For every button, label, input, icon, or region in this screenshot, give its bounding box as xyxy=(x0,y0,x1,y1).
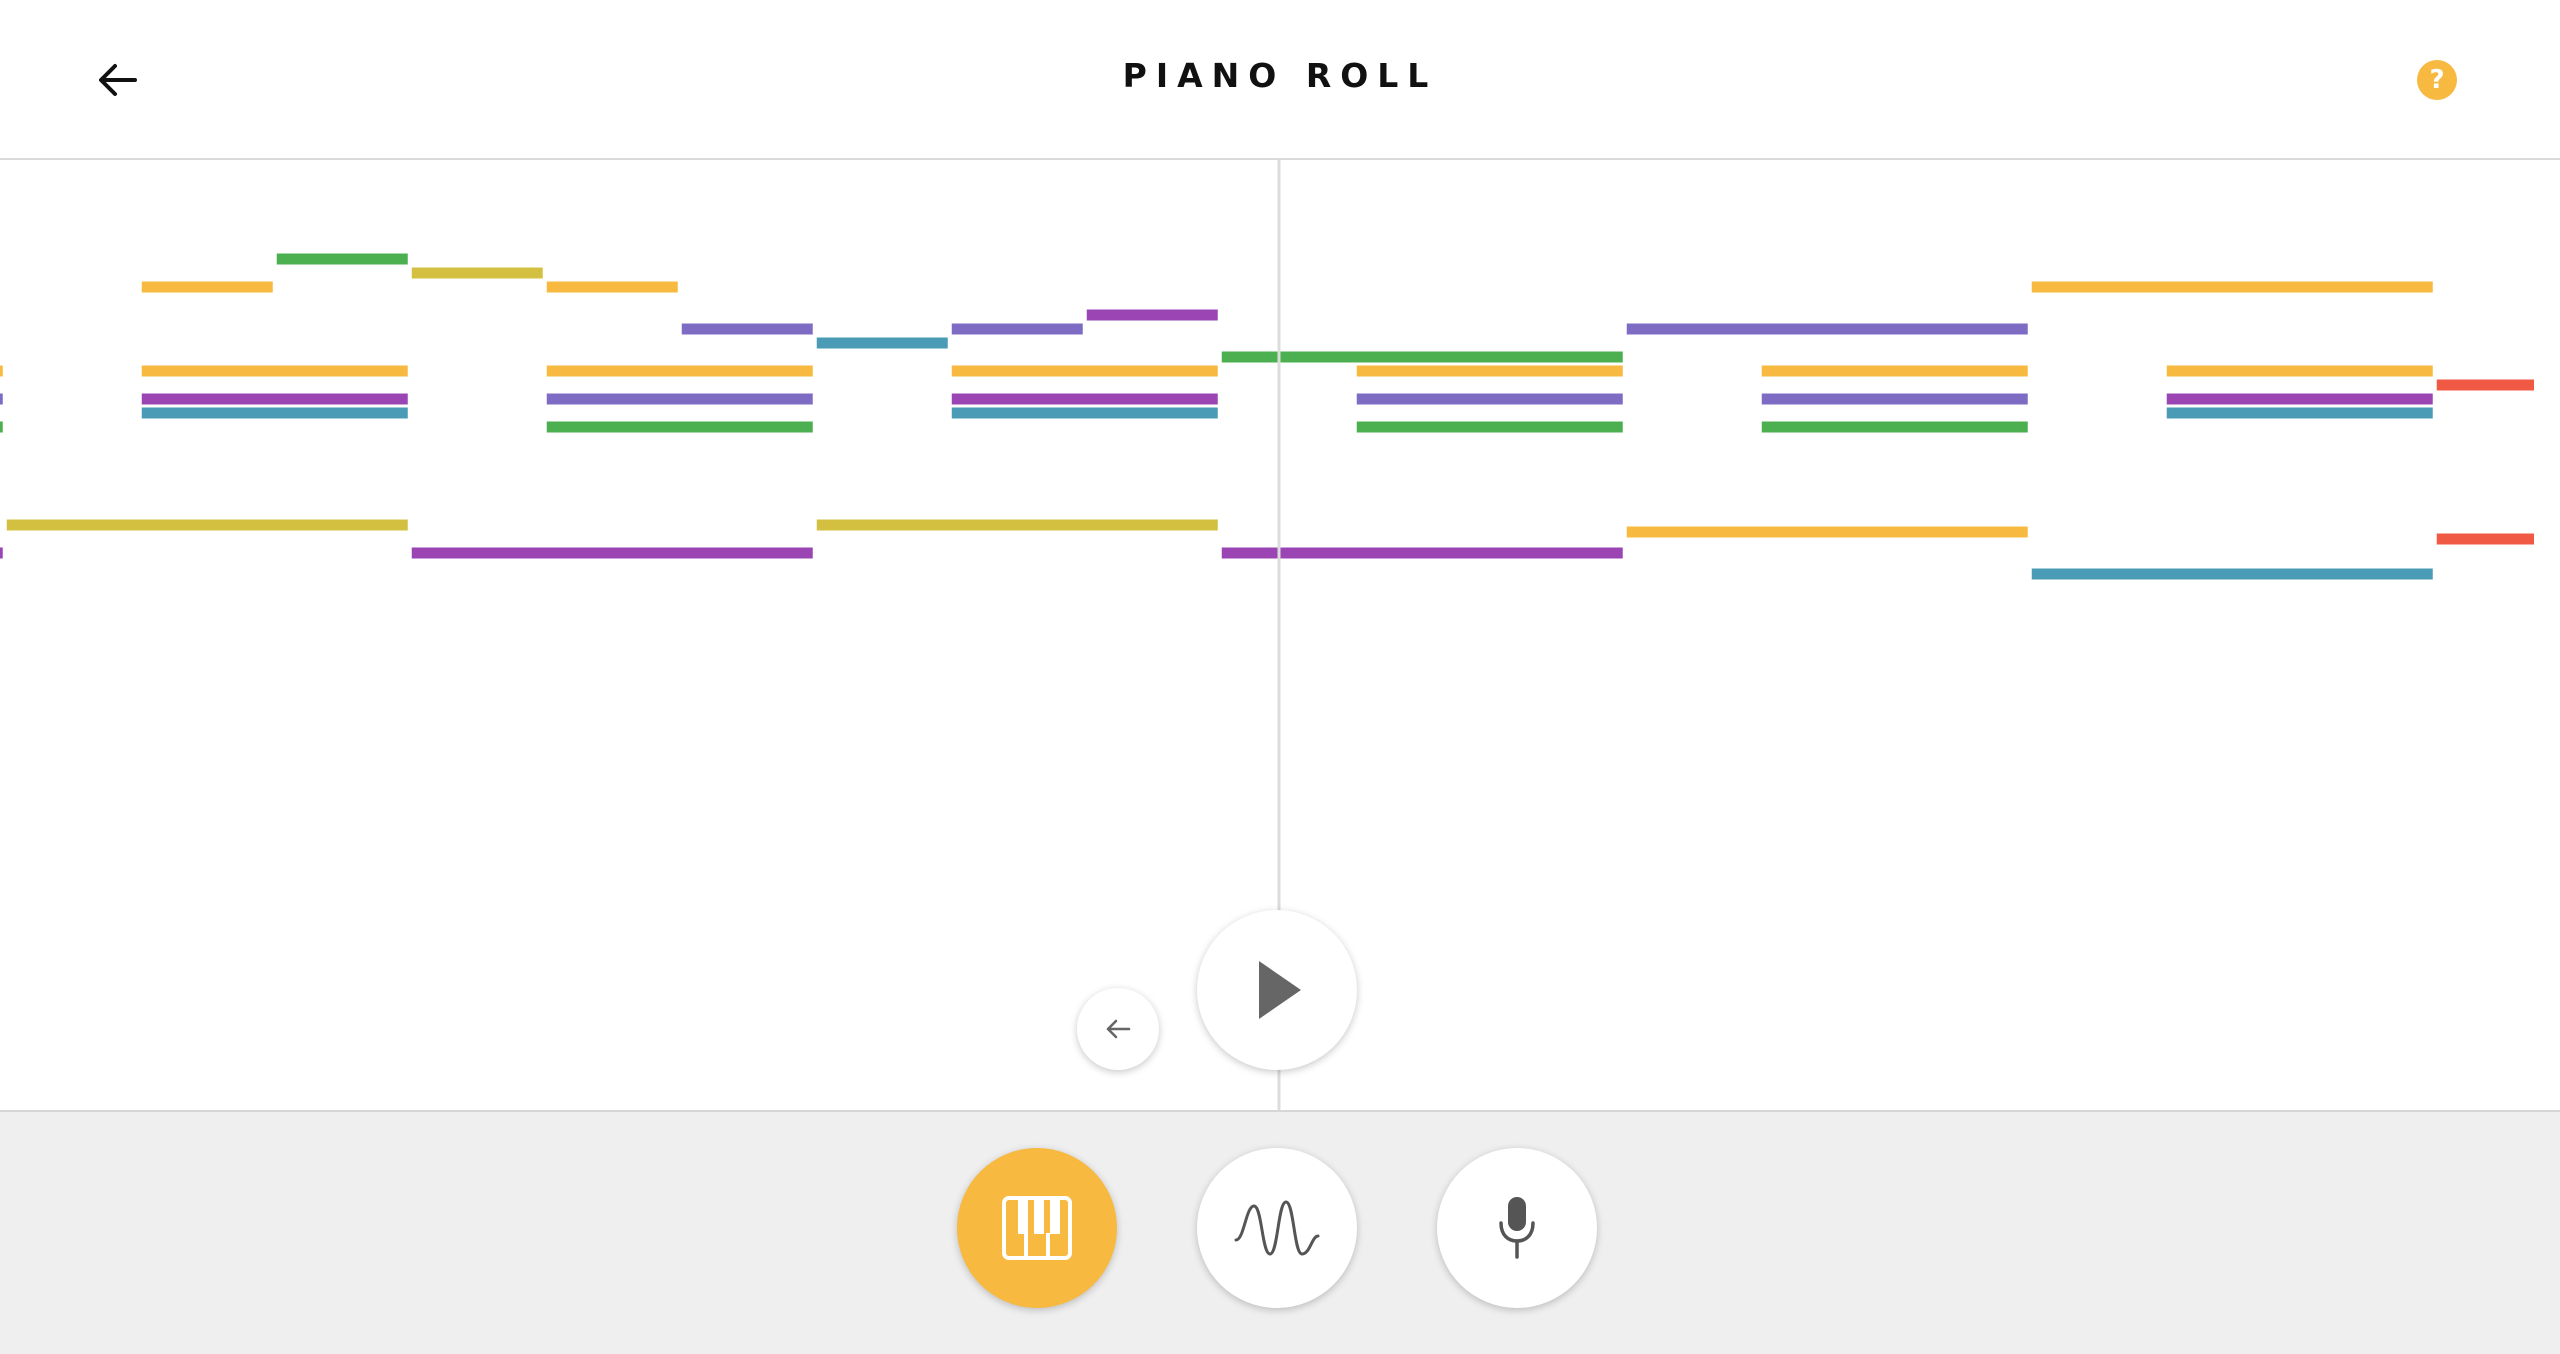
note-bar[interactable] xyxy=(816,337,948,349)
note-bar[interactable] xyxy=(2166,365,2433,377)
note-bar[interactable] xyxy=(951,407,1218,419)
note-bar[interactable] xyxy=(1761,421,2028,433)
question-mark-icon: ? xyxy=(2429,65,2445,95)
sine-wave-icon xyxy=(1234,1200,1320,1256)
note-bar[interactable] xyxy=(411,267,543,279)
note-bar[interactable] xyxy=(276,253,408,265)
note-bar[interactable] xyxy=(546,365,813,377)
note-bar[interactable] xyxy=(1086,309,1218,321)
note-bar[interactable] xyxy=(0,547,3,559)
note-bar[interactable] xyxy=(1356,365,1623,377)
note-bar[interactable] xyxy=(2031,568,2433,580)
note-bar[interactable] xyxy=(411,547,813,559)
note-bar[interactable] xyxy=(951,393,1218,405)
note-bar[interactable] xyxy=(0,393,3,405)
rewind-button[interactable] xyxy=(1077,988,1159,1070)
note-bar[interactable] xyxy=(141,365,408,377)
header-bar: PIANO ROLL ? xyxy=(0,0,2560,160)
notes-layer xyxy=(0,253,2534,580)
note-bar[interactable] xyxy=(1356,393,1623,405)
piano-keys-icon xyxy=(1002,1196,1072,1260)
note-bar[interactable] xyxy=(2436,533,2534,545)
note-bar[interactable] xyxy=(1626,526,2028,538)
note-bar[interactable] xyxy=(546,281,678,293)
note-bar[interactable] xyxy=(546,421,813,433)
play-button[interactable] xyxy=(1197,910,1357,1070)
note-bar[interactable] xyxy=(6,519,408,531)
note-bar[interactable] xyxy=(2166,407,2433,419)
note-bar[interactable] xyxy=(2031,281,2433,293)
arrow-left-small-icon xyxy=(1106,1019,1131,1039)
piano-mode-button[interactable] xyxy=(957,1148,1117,1308)
note-bar[interactable] xyxy=(2166,393,2433,405)
microphone-mode-button[interactable] xyxy=(1437,1148,1597,1308)
play-icon xyxy=(1259,961,1301,1019)
note-bar[interactable] xyxy=(1221,351,1623,363)
waveform-mode-button[interactable] xyxy=(1197,1148,1357,1308)
help-button[interactable]: ? xyxy=(2417,60,2457,100)
note-bar[interactable] xyxy=(951,365,1218,377)
note-bar[interactable] xyxy=(2436,379,2534,391)
note-bar[interactable] xyxy=(546,393,813,405)
note-bar[interactable] xyxy=(141,393,408,405)
microphone-icon xyxy=(1499,1197,1535,1259)
note-bar[interactable] xyxy=(681,323,813,335)
note-bar[interactable] xyxy=(951,323,1083,335)
note-bar[interactable] xyxy=(1356,421,1623,433)
note-bar[interactable] xyxy=(816,519,1218,531)
note-bar[interactable] xyxy=(141,281,273,293)
note-bar[interactable] xyxy=(1761,365,2028,377)
page-title: PIANO ROLL xyxy=(1122,56,1438,95)
note-bar[interactable] xyxy=(141,407,408,419)
note-bar[interactable] xyxy=(1221,547,1623,559)
note-bar[interactable] xyxy=(0,421,3,433)
note-bar[interactable] xyxy=(1626,323,2028,335)
note-bar[interactable] xyxy=(1761,393,2028,405)
note-bar[interactable] xyxy=(0,365,3,377)
app-window: PIANO ROLL ? xyxy=(0,0,2560,1354)
